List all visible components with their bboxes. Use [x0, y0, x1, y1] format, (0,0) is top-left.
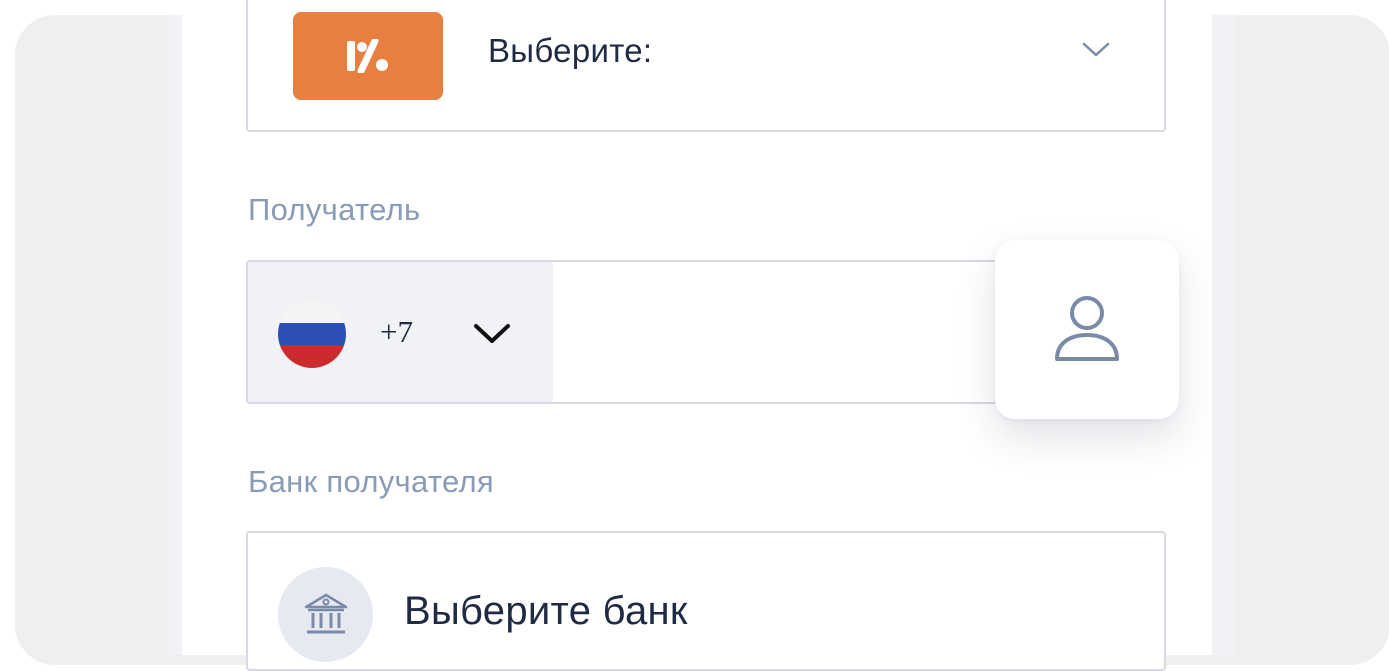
contacts-button[interactable]: [995, 240, 1179, 419]
bank-select[interactable]: Выберите банк: [246, 531, 1166, 671]
bank-label: Банк получателя: [248, 464, 494, 499]
person-icon: [1055, 295, 1119, 361]
chevron-down-icon: [1082, 42, 1110, 57]
program-select[interactable]: Выберите:: [246, 0, 1166, 132]
chevron-down-icon: [474, 324, 510, 343]
country-code-select[interactable]: +7: [248, 262, 553, 402]
program-badge: [293, 12, 443, 100]
bank-icon-circle: [278, 567, 373, 662]
bank-select-placeholder: Выберите банк: [404, 589, 688, 633]
bank-building-icon: [304, 593, 347, 633]
recipient-label: Получатель: [248, 192, 421, 227]
country-code: +7: [380, 314, 413, 349]
program-select-label: Выберите:: [488, 32, 653, 69]
percent-logo-icon: [347, 39, 388, 73]
russia-flag-icon: [278, 300, 346, 368]
